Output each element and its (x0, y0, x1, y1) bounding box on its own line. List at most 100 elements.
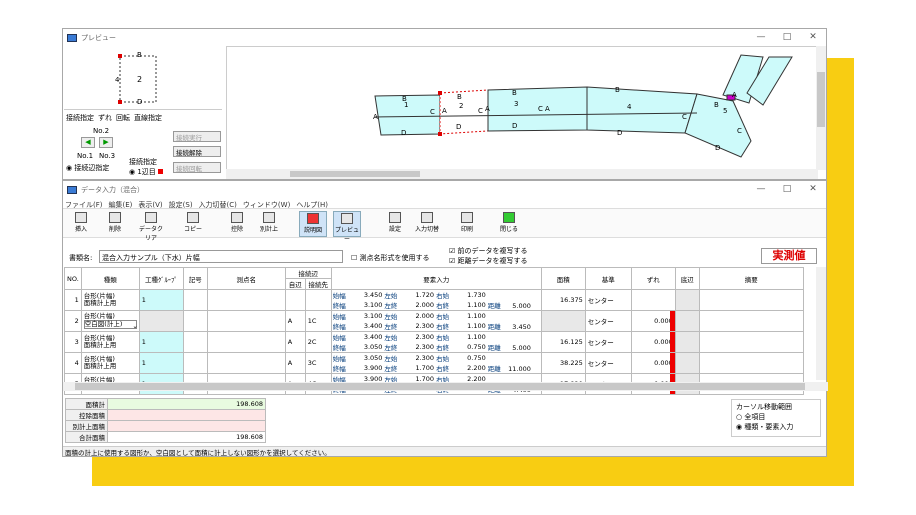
elem-cell[interactable]: 3.450 (354, 290, 384, 300)
station-cell[interactable] (206, 289, 286, 311)
base-cell[interactable]: センター (584, 289, 632, 311)
minimize-button[interactable]: — (748, 29, 774, 46)
elem-cell[interactable]: 2.200 (457, 363, 487, 373)
elem-cell[interactable]: 3.050 (354, 353, 384, 363)
insert-tool-button[interactable]: 挿入 (67, 211, 95, 237)
elem-cell[interactable]: 3.050 (354, 342, 384, 352)
edge-radio[interactable]: ◉ 接続辺指定 (66, 163, 109, 173)
elem-cell[interactable]: 3.400 (354, 332, 384, 342)
elem-cell[interactable]: 0.750 (457, 342, 487, 352)
bottom-cell[interactable] (674, 331, 700, 353)
dist-value[interactable]: 5.000 (503, 344, 531, 352)
doc-name-input[interactable]: 混合入力サンプル（下水）片幅 (99, 250, 343, 263)
tab-shift[interactable]: ずれ (98, 113, 112, 123)
switch-tool-button[interactable]: 入力切替 (413, 211, 441, 237)
connect-exec-button[interactable]: 接続実行 (173, 131, 221, 142)
base-cell[interactable]: センター (584, 331, 632, 353)
vertical-scrollbar[interactable] (816, 46, 826, 170)
table-hscroll[interactable] (63, 382, 828, 391)
shift-cell[interactable] (630, 289, 676, 311)
table-row[interactable]: 1 台形(片幅) 面積計上用 1 始幅 3.450 左始 1.720 右始 1.730 終幅 3… (64, 289, 804, 311)
elem-cell[interactable]: 0.750 (457, 353, 487, 363)
connect-option-radio[interactable]: ◉ 1辺目 (129, 167, 164, 177)
elem-cell[interactable]: 3.100 (354, 300, 384, 310)
symbol-cell[interactable] (182, 331, 208, 353)
kind-cell[interactable]: 台形(片幅) 空白図(計上) ⌄ (80, 310, 140, 332)
symbol-cell[interactable] (182, 289, 208, 311)
dist-value[interactable]: 5.000 (503, 302, 531, 310)
conn-self-cell[interactable]: A (284, 331, 306, 353)
station-format-checkbox[interactable]: ☐ 測点名形式を使用する (351, 253, 430, 263)
table-row[interactable]: 3 台形(片幅) 面積計上用 1 A 2C 始幅 3.400 左始 2.300 右始 1.1… (64, 331, 804, 353)
kind-cell[interactable]: 台形(片幅)面積計上用 (80, 289, 140, 311)
settings-tool-button[interactable]: 設定 (381, 211, 409, 237)
table-row[interactable]: 2 台形(片幅) 空白図(計上) ⌄ A 1C 始幅 3.100 左始 2.000 右始 1.… (64, 310, 804, 332)
shift-cell[interactable]: 0.000 (630, 310, 676, 332)
elem-cell[interactable]: 2.300 (405, 332, 435, 342)
close-button[interactable]: ✕ (800, 29, 826, 46)
conn-self-cell[interactable]: A (284, 352, 306, 374)
copy-prev-checkbox[interactable]: ☑ 前のデータを複写する (449, 246, 528, 256)
tab-rotate[interactable]: 回転 (116, 113, 130, 123)
copy-tool-button[interactable]: コピー (179, 211, 207, 237)
preview-canvas[interactable]: B 1 A C D B 2 A C D B 3 A C D B 4 A C D … (226, 46, 818, 170)
maximize-button[interactable]: □ (774, 29, 800, 46)
deduct-tool-button[interactable]: 控除 (223, 211, 251, 237)
conn-self-cell[interactable]: A (284, 310, 306, 332)
elem-cell[interactable]: 2.000 (405, 300, 435, 310)
delete-tool-button[interactable]: 削除 (101, 211, 129, 237)
station-cell[interactable] (206, 331, 286, 353)
summary-cell[interactable] (698, 331, 804, 353)
tab-connect[interactable]: 接続指定 (66, 113, 94, 123)
elem-cell[interactable]: 2.300 (405, 342, 435, 352)
station-cell[interactable] (206, 310, 286, 332)
close-tool-button[interactable]: 閉じる (495, 211, 523, 237)
elem-cell[interactable]: 1.730 (457, 290, 487, 300)
elem-cell[interactable]: 1.100 (457, 311, 487, 321)
base-cell[interactable]: センター (584, 310, 632, 332)
cursor-all-radio[interactable]: ○ 全項目 (736, 412, 816, 422)
conn-to-cell[interactable] (304, 289, 332, 311)
symbol-cell[interactable] (182, 352, 208, 374)
conn-self-cell[interactable] (284, 289, 306, 311)
group-cell[interactable]: 1 (138, 289, 184, 311)
elem-cell[interactable]: 2.000 (405, 311, 435, 321)
elem-cell[interactable]: 3.900 (354, 363, 384, 373)
close-button[interactable]: ✕ (800, 181, 826, 198)
dist-value[interactable]: 3.450 (503, 323, 531, 331)
group-cell[interactable]: 1 (138, 352, 184, 374)
base-cell[interactable]: センター (584, 352, 632, 374)
separate-tool-button[interactable]: 別計上 (255, 211, 283, 237)
print-tool-button[interactable]: 印刷 (453, 211, 481, 237)
preview-tool-button[interactable]: プレビュー (333, 211, 361, 243)
elem-cell[interactable]: 2.300 (405, 353, 435, 363)
table-row[interactable]: 4 台形(片幅) 面積計上用 1 A 3C 始幅 3.050 左始 2.300 右始 0.7… (64, 352, 804, 374)
diagram-tool-button[interactable]: 説明図 (299, 211, 327, 237)
minimize-button[interactable]: — (748, 181, 774, 198)
next-arrow-button[interactable]: ▶ (99, 137, 113, 148)
bottom-cell[interactable] (674, 289, 700, 311)
tab-line[interactable]: 直線指定 (134, 113, 162, 123)
summary-cell[interactable] (698, 289, 804, 311)
shift-cell[interactable]: 0.000 (630, 352, 676, 374)
table-vscroll[interactable] (816, 267, 826, 380)
elem-cell[interactable]: 3.100 (354, 311, 384, 321)
station-cell[interactable] (206, 352, 286, 374)
conn-to-cell[interactable]: 1C (304, 310, 332, 332)
conn-to-cell[interactable]: 2C (304, 331, 332, 353)
horizontal-scrollbar[interactable] (226, 169, 818, 179)
elem-cell[interactable]: 1.700 (405, 363, 435, 373)
symbol-cell[interactable] (182, 310, 208, 332)
group-cell[interactable] (138, 310, 184, 332)
summary-cell[interactable] (698, 310, 804, 332)
elem-cell[interactable]: 1.100 (457, 332, 487, 342)
summary-cell[interactable] (698, 352, 804, 374)
chevron-down-icon[interactable]: ⌄ (132, 323, 137, 330)
elem-cell[interactable]: 3.400 (354, 321, 384, 331)
kind-cell[interactable]: 台形(片幅)面積計上用 (80, 331, 140, 353)
bottom-cell[interactable] (674, 310, 700, 332)
kind-cell[interactable]: 台形(片幅)面積計上用 (80, 352, 140, 374)
group-cell[interactable]: 1 (138, 331, 184, 353)
conn-to-cell[interactable]: 3C (304, 352, 332, 374)
elem-cell[interactable]: 1.720 (405, 290, 435, 300)
